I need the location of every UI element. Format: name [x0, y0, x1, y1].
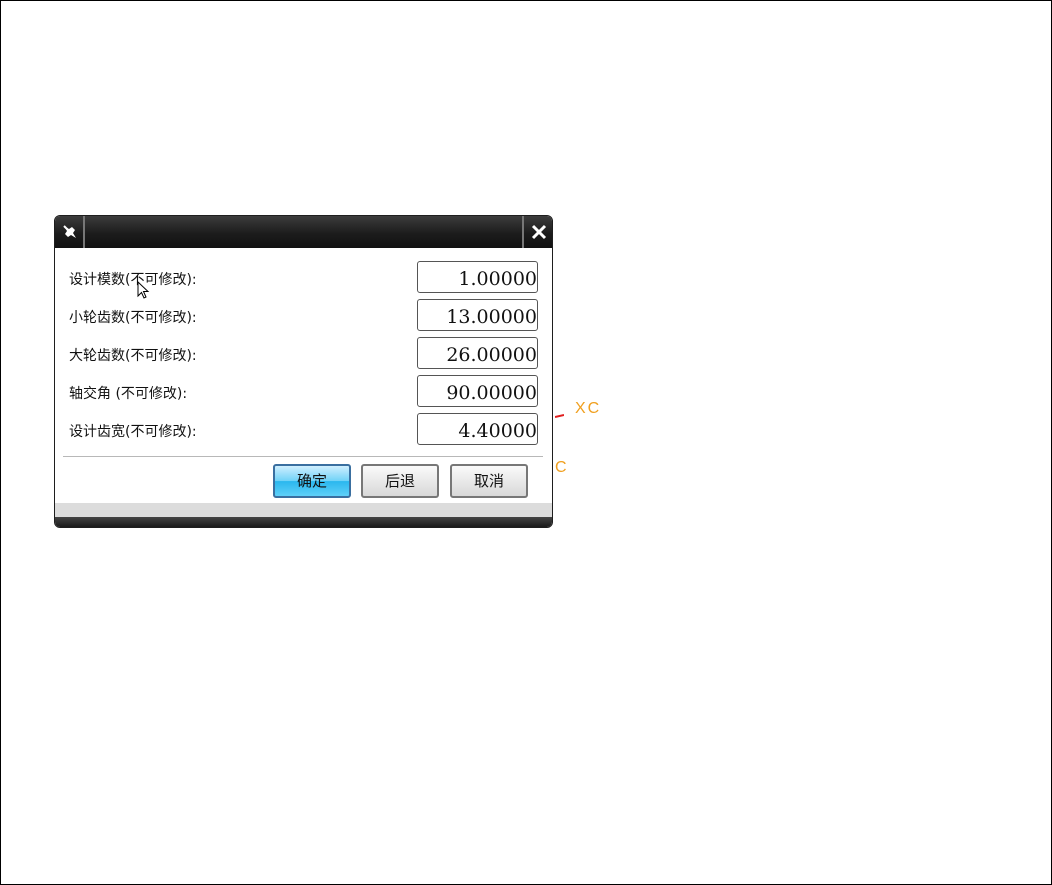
dialog-body: 设计模数(不可修改): 小轮齿数(不可修改): 大轮齿数(不可修改): 轴交角 … [55, 248, 552, 503]
row-gear-teeth: 大轮齿数(不可修改): [55, 337, 552, 369]
parameters-dialog: 设计模数(不可修改): 小轮齿数(不可修改): 大轮齿数(不可修改): 轴交角 … [54, 215, 553, 528]
close-icon [531, 224, 547, 240]
xc-axis-tick [555, 414, 564, 418]
close-button[interactable] [522, 216, 552, 248]
design-module-label: 设计模数(不可修改): [69, 272, 197, 288]
cancel-button[interactable]: 取消 [450, 464, 528, 498]
mouse-pointer-icon [137, 281, 150, 299]
face-width-field[interactable] [417, 413, 538, 445]
dialog-bottom-bar [55, 517, 552, 527]
pinion-teeth-label: 小轮齿数(不可修改): [69, 310, 197, 326]
design-module-input[interactable] [418, 265, 537, 292]
row-pinion-teeth: 小轮齿数(不可修改): [55, 299, 552, 331]
c-axis-label: C [555, 459, 567, 476]
row-face-width: 设计齿宽(不可修改): [55, 413, 552, 445]
back-button[interactable]: 后退 [361, 464, 439, 498]
gear-teeth-field[interactable] [417, 337, 538, 369]
ok-button[interactable]: 确定 [273, 464, 351, 498]
pinion-teeth-input[interactable] [418, 303, 537, 330]
row-shaft-angle: 轴交角 (不可修改): [55, 375, 552, 407]
gear-teeth-label: 大轮齿数(不可修改): [69, 348, 197, 364]
shaft-angle-field[interactable] [417, 375, 538, 407]
pinion-teeth-field[interactable] [417, 299, 538, 331]
pin-icon [63, 225, 76, 238]
shaft-angle-input[interactable] [418, 379, 537, 406]
row-design-module: 设计模数(不可修改): [55, 261, 552, 293]
face-width-input[interactable] [418, 417, 537, 444]
face-width-label: 设计齿宽(不可修改): [69, 424, 197, 440]
pin-button[interactable] [55, 216, 85, 248]
xc-axis-label: XC [575, 400, 602, 417]
gear-teeth-input[interactable] [418, 341, 537, 368]
dialog-titlebar[interactable] [55, 216, 552, 248]
design-module-field[interactable] [417, 261, 538, 293]
dialog-footer-strip [55, 503, 552, 517]
button-separator [63, 456, 543, 457]
shaft-angle-label: 轴交角 (不可修改): [69, 386, 188, 402]
